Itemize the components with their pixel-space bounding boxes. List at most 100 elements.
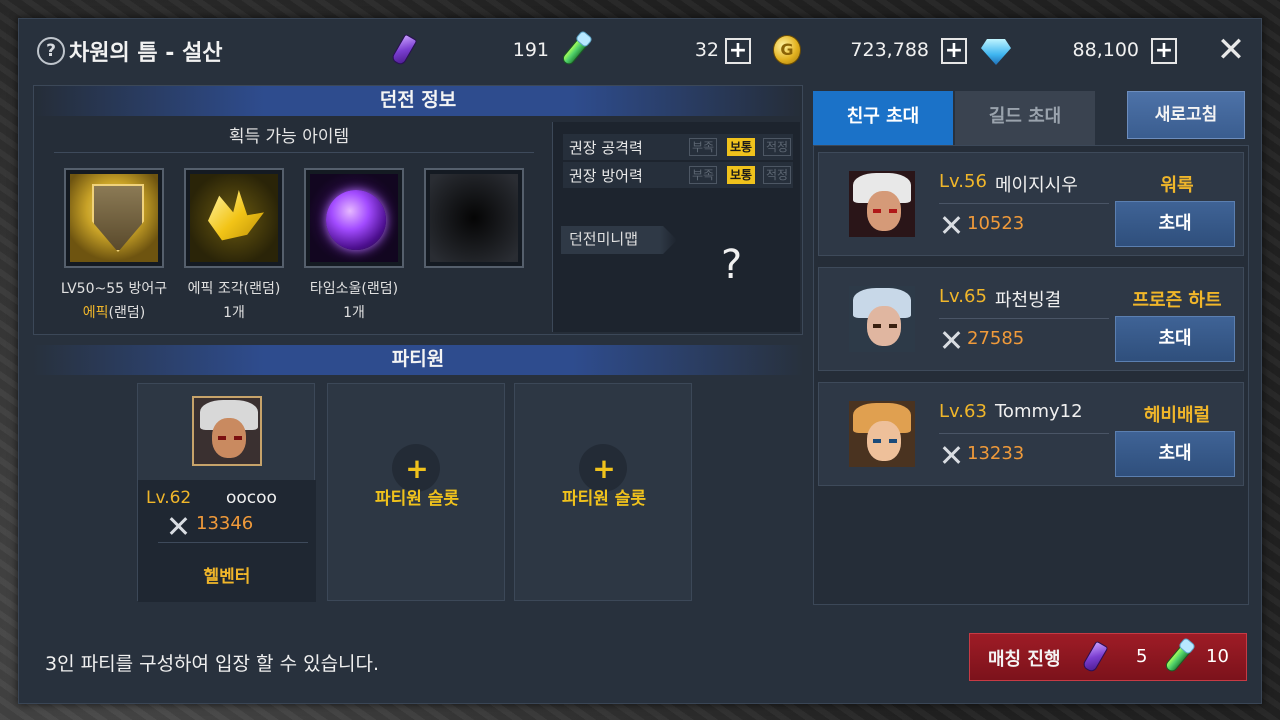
- epic-shard-icon: [190, 174, 278, 262]
- close-button[interactable]: ✕: [1215, 33, 1247, 67]
- match-crystal-cost: 5: [1136, 646, 1148, 667]
- sword-icon: [168, 516, 188, 536]
- coin-icon: G: [773, 35, 801, 65]
- empty-slot-icon: [430, 174, 518, 262]
- item-slot-empty: [424, 168, 524, 268]
- invite-button[interactable]: 초대: [1115, 316, 1235, 362]
- list-item: Lv.63 Tommy12 13233 헤비배럴 초대: [818, 382, 1244, 486]
- friend-level: Lv.65: [939, 286, 987, 307]
- tag-low: 부족: [689, 166, 718, 184]
- party-slot-empty-1[interactable]: + 파티원 슬롯: [327, 383, 505, 601]
- add-potion-button[interactable]: +: [725, 38, 751, 64]
- divider: [158, 542, 308, 543]
- plus-icon: +: [592, 452, 616, 485]
- invite-button[interactable]: 초대: [1115, 431, 1235, 477]
- friend-name: 파천빙결: [995, 290, 1062, 311]
- item-label-armor-grade: 에픽(랜덤): [82, 305, 146, 321]
- recommended-stats: 권장 공격력 부족 보통 적정 권장 방어력 부족 보통 적정 던전미니맵 ?: [552, 122, 800, 332]
- list-item: Lv.65 파천빙결 27585 프로즌 하트 초대: [818, 267, 1244, 371]
- item-label-time-soul: 타임소울(랜덤): [309, 281, 399, 297]
- item-count-epic-shard: 1개: [223, 305, 245, 321]
- item-slot-armor[interactable]: [64, 168, 164, 268]
- stat-row-defense: 권장 방어력 부족 보통 적정: [563, 162, 793, 188]
- leader-level: Lv.62: [146, 488, 192, 508]
- party-slot-leader: Lv.62 oocoo 13346 헬벤터: [137, 383, 316, 602]
- party-slot-label: 파티원 슬롯: [561, 489, 647, 509]
- dungeon-info-panel: 던전 정보 획득 가능 아이템 LV50~55 방어구 에픽(랜덤) 에픽 조각…: [33, 85, 803, 335]
- shield-icon: [70, 174, 158, 262]
- invite-button[interactable]: 초대: [1115, 201, 1235, 247]
- item-label-armor: LV50~55 방어구: [60, 281, 168, 297]
- divider: [939, 433, 1109, 434]
- refresh-button[interactable]: 새로고침: [1127, 91, 1245, 139]
- gold-count: 723,788: [850, 39, 929, 61]
- diamond-count: 88,100: [1072, 39, 1139, 61]
- leader-class: 헬벤터: [203, 567, 251, 587]
- friend-name: 메이지시우: [995, 175, 1078, 196]
- top-bar: ? 차원의 틈 - 설산 191 32 + G 723,788 + 88,100…: [19, 19, 1263, 81]
- match-label: 매칭 진행: [988, 649, 1061, 670]
- friend-level: Lv.63: [939, 401, 987, 422]
- divider: [939, 318, 1109, 319]
- friend-list: Lv.56 메이지시우 10523 워록 초대 Lv.65 파천빙결 27585…: [813, 145, 1249, 605]
- avatar: [849, 171, 915, 237]
- friend-power: 27585: [967, 328, 1025, 349]
- item-label-epic-shard: 에픽 조각(랜덤): [187, 281, 281, 297]
- match-potion-cost: 10: [1206, 646, 1229, 667]
- start-matching-button[interactable]: 매칭 진행 5 10: [969, 633, 1247, 681]
- stat-row-attack: 권장 공격력 부족 보통 적정: [563, 134, 793, 160]
- item-slot-epic-shard[interactable]: [184, 168, 284, 268]
- friend-power: 13233: [967, 443, 1025, 464]
- friend-class: 헤비배럴: [1143, 405, 1211, 426]
- friend-power: 10523: [967, 213, 1025, 234]
- avatar: [192, 396, 262, 466]
- avatar: [849, 286, 915, 352]
- tag-normal: 보통: [727, 166, 756, 184]
- tag-adequate: 적정: [763, 166, 792, 184]
- item-count-time-soul: 1개: [343, 305, 365, 321]
- potion-icon: [559, 29, 594, 67]
- potion-icon: [1162, 636, 1197, 674]
- party-title: 파티원: [33, 345, 803, 375]
- list-item: Lv.56 메이지시우 10523 워록 초대: [818, 152, 1244, 256]
- friend-class: 워록: [1160, 175, 1194, 196]
- avatar: [849, 401, 915, 467]
- tab-friend-invite[interactable]: 친구 초대: [813, 91, 953, 145]
- plus-icon: +: [405, 452, 429, 485]
- add-diamond-button[interactable]: +: [1151, 38, 1177, 64]
- party-info-text: 3인 파티를 구성하여 입장 할 수 있습니다.: [45, 653, 380, 675]
- stat-label-attack: 권장 공격력: [569, 139, 643, 157]
- dungeon-info-title: 던전 정보: [34, 86, 802, 116]
- window-title: 차원의 틈 - 설산: [69, 41, 223, 66]
- tag-normal: 보통: [727, 138, 756, 156]
- sword-icon: [941, 330, 961, 350]
- friend-class: 프로즌 하트: [1132, 290, 1222, 311]
- diamond-icon: [981, 39, 1011, 65]
- time-soul-icon: [310, 174, 398, 262]
- party-slot-empty-2[interactable]: + 파티원 슬롯: [514, 383, 692, 601]
- leader-power: 13346: [196, 513, 254, 534]
- sword-icon: [941, 445, 961, 465]
- dungeon-window: ? 차원의 틈 - 설산 191 32 + G 723,788 + 88,100…: [18, 18, 1262, 704]
- minimap-label: 던전미니맵: [561, 226, 677, 254]
- item-slot-time-soul[interactable]: [304, 168, 404, 268]
- party-slot-label: 파티원 슬롯: [374, 489, 460, 509]
- crystal-icon: [1081, 640, 1109, 674]
- friend-name: Tommy12: [995, 401, 1083, 422]
- sword-icon: [941, 215, 961, 235]
- minimap-unknown: ?: [721, 242, 743, 288]
- tab-guild-invite[interactable]: 길드 초대: [955, 91, 1095, 145]
- leader-name: oocoo: [226, 488, 277, 508]
- crystal-icon: [390, 33, 418, 67]
- friend-level: Lv.56: [939, 171, 987, 192]
- stat-label-defense: 권장 방어력: [569, 167, 643, 185]
- help-icon[interactable]: ?: [37, 37, 65, 65]
- divider: [939, 203, 1109, 204]
- tag-adequate: 적정: [763, 138, 792, 156]
- obtainable-items-title: 획득 가능 아이템: [228, 127, 350, 147]
- crystal-count: 191: [512, 39, 549, 61]
- add-gold-button[interactable]: +: [941, 38, 967, 64]
- potion-count: 32: [694, 39, 719, 61]
- tag-low: 부족: [689, 138, 718, 156]
- divider: [54, 152, 534, 153]
